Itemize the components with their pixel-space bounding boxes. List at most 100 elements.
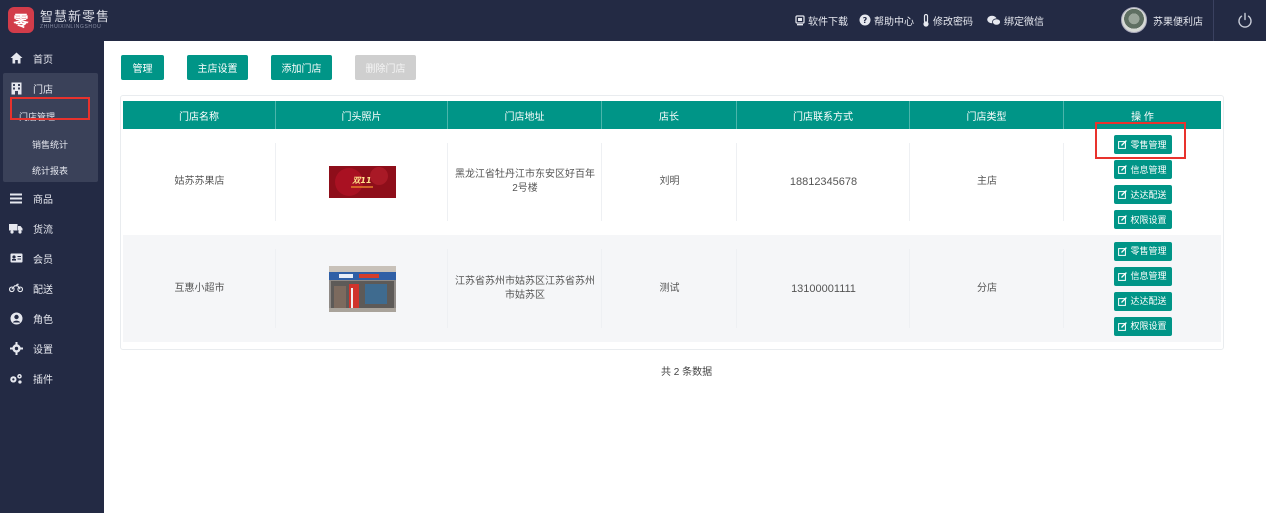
logo[interactable]: 零 智慧新零售 ZHIHUIXINLINGSHOU bbox=[8, 6, 110, 34]
help-link[interactable]: ? 帮助中心 bbox=[859, 12, 914, 28]
download-link[interactable]: 软件下载 bbox=[795, 12, 848, 28]
sidebar-item-delivery[interactable]: 配送 bbox=[0, 273, 104, 303]
store-address-text: 江苏省苏州市姑苏区江苏省苏州市姑苏区 bbox=[455, 275, 595, 301]
edit-icon bbox=[1118, 165, 1128, 174]
logo-mark: 零 bbox=[8, 7, 34, 33]
store-manager: 测试 bbox=[602, 235, 737, 342]
sidebar-item-logistics[interactable]: 货流 bbox=[0, 213, 104, 243]
building-icon bbox=[9, 81, 23, 95]
action-label: 权限设置 bbox=[1130, 321, 1167, 331]
sidebar-item-label: 门店 bbox=[33, 84, 53, 96]
top-bar: 零 智慧新零售 ZHIHUIXINLINGSHOU 软件下载 ? 帮助中心 修改… bbox=[0, 0, 1266, 41]
sidebar-item-label: 插件 bbox=[33, 374, 53, 386]
edit-icon bbox=[1118, 215, 1128, 224]
main-store-settings-button[interactable]: 主店设置 bbox=[187, 55, 248, 80]
edit-icon bbox=[1118, 246, 1128, 256]
bind-wechat-link[interactable]: 绑定微信 bbox=[987, 12, 1044, 28]
retail-management-button[interactable]: 零售管理 bbox=[1113, 241, 1172, 261]
sidebar-item-label: 角色 bbox=[33, 314, 53, 326]
store-name-text: 互惠小超市 bbox=[174, 282, 225, 294]
edit-icon bbox=[1118, 271, 1128, 281]
info-management-button[interactable]: 信息管理 bbox=[1113, 160, 1172, 179]
submenu-sales-stats[interactable]: 销售统计 bbox=[32, 138, 68, 151]
sidebar-item-home[interactable]: 首页 bbox=[0, 43, 104, 73]
permission-settings-button[interactable]: 权限设置 bbox=[1113, 316, 1172, 336]
store-phone: 18812345678 bbox=[737, 129, 910, 235]
store-manager-text: 刘明 bbox=[659, 176, 680, 187]
main-content: 管理 主店设置 添加门店 删除门店 门店名称 门头照片 门店地址 店长 门店联系… bbox=[104, 41, 1266, 513]
manage-button[interactable]: 管理 bbox=[121, 55, 164, 80]
download-link-label: 软件下载 bbox=[808, 16, 848, 28]
action-label: 权限设置 bbox=[1130, 214, 1167, 225]
edit-icon bbox=[1118, 190, 1128, 199]
help-link-label: 帮助中心 bbox=[874, 16, 914, 28]
logo-subtitle: ZHIHUIXINLINGSHOU bbox=[40, 23, 102, 30]
sidebar-item-label: 商品 bbox=[33, 194, 53, 206]
store-manager: 刘明 bbox=[602, 129, 737, 235]
divider bbox=[1213, 0, 1214, 41]
highlight-box bbox=[10, 97, 90, 120]
column-header: 门头照片 bbox=[276, 101, 448, 129]
store-table: 门店名称 门头照片 门店地址 店长 门店联系方式 门店类型 操 作 姑苏苏果店 … bbox=[120, 95, 1224, 350]
sidebar-item-settings[interactable]: 设置 bbox=[0, 333, 104, 363]
sidebar-item-plugins[interactable]: 插件 bbox=[0, 363, 104, 393]
store-photo-cell: 双11 bbox=[276, 129, 448, 235]
permission-settings-button[interactable]: 权限设置 bbox=[1113, 210, 1172, 229]
dada-delivery-button[interactable]: 达达配送 bbox=[1113, 291, 1172, 311]
action-label: 达达配送 bbox=[1130, 296, 1167, 306]
change-password-link[interactable]: 修改密码 bbox=[922, 12, 973, 28]
action-label: 零售管理 bbox=[1130, 246, 1167, 256]
delete-store-button[interactable]: 删除门店 bbox=[355, 55, 416, 80]
store-name: 姑苏苏果店 bbox=[123, 129, 276, 235]
help-icon: ? bbox=[859, 14, 871, 26]
store-phone: 13100001111 bbox=[737, 235, 910, 342]
motorcycle-icon bbox=[9, 281, 23, 295]
avatar[interactable] bbox=[1121, 7, 1147, 33]
sidebar-item-label: 货流 bbox=[33, 224, 53, 236]
sidebar-item-label: 配送 bbox=[33, 284, 53, 296]
logout-button[interactable] bbox=[1237, 12, 1253, 31]
column-header: 门店类型 bbox=[910, 101, 1064, 129]
sidebar-item-label: 会员 bbox=[33, 254, 53, 266]
store-type: 分店 bbox=[910, 235, 1064, 342]
store-name: 互惠小超市 bbox=[123, 235, 276, 342]
user-circle-icon bbox=[9, 311, 23, 325]
edit-icon bbox=[1118, 296, 1128, 306]
sidebar-item-goods[interactable]: 商品 bbox=[0, 183, 104, 213]
total-count: 共 2 条数据 bbox=[661, 367, 713, 378]
store-photo[interactable] bbox=[328, 265, 396, 312]
sidebar-item-label: 设置 bbox=[33, 344, 53, 356]
column-header: 门店联系方式 bbox=[737, 101, 910, 129]
sidebar-item-label: 首页 bbox=[33, 54, 53, 66]
gear-icon bbox=[9, 341, 23, 355]
action-label: 信息管理 bbox=[1130, 164, 1167, 175]
thermometer-icon bbox=[923, 13, 929, 27]
sidebar-item-role[interactable]: 角色 bbox=[0, 303, 104, 333]
column-header: 店长 bbox=[602, 101, 737, 129]
store-name-text: 姑苏苏果店 bbox=[174, 176, 225, 187]
add-store-button[interactable]: 添加门店 bbox=[271, 55, 332, 80]
info-management-button[interactable]: 信息管理 bbox=[1113, 266, 1172, 286]
svg-text:?: ? bbox=[863, 16, 868, 25]
store-address: 江苏省苏州市姑苏区江苏省苏州市姑苏区 bbox=[448, 235, 602, 342]
sidebar-item-member[interactable]: 会员 bbox=[0, 243, 104, 273]
store-photo[interactable]: 双11 bbox=[328, 166, 396, 198]
member-card-icon bbox=[9, 251, 23, 265]
photo-caption: 双11 bbox=[351, 176, 371, 185]
column-header: 门店地址 bbox=[448, 101, 602, 129]
power-icon bbox=[1238, 12, 1252, 28]
submenu-stats-report[interactable]: 统计报表 bbox=[32, 164, 68, 177]
highlight-box bbox=[1095, 122, 1186, 159]
column-header: 门店名称 bbox=[123, 101, 276, 129]
store-manager-text: 测试 bbox=[659, 282, 680, 294]
download-icon bbox=[795, 14, 805, 25]
bind-wechat-label: 绑定微信 bbox=[1004, 16, 1044, 28]
action-label: 信息管理 bbox=[1130, 271, 1167, 281]
dada-delivery-button[interactable]: 达达配送 bbox=[1113, 185, 1172, 204]
table-row: 姑苏苏果店 双11 黑龙江省牡丹江市东安区好百年2号楼 刘明 188123456… bbox=[123, 129, 1221, 235]
store-photo-cell bbox=[276, 235, 448, 342]
table-row: 互惠小超市 江苏省苏州市姑苏区江苏省苏州市姑苏区 测试 13100001111 … bbox=[123, 235, 1221, 342]
logo-title: 智慧新零售 bbox=[40, 8, 111, 24]
logo-text-group: 智慧新零售 ZHIHUIXINLINGSHOU bbox=[40, 8, 111, 31]
user-menu[interactable]: 苏果便利店 bbox=[1121, 7, 1203, 33]
